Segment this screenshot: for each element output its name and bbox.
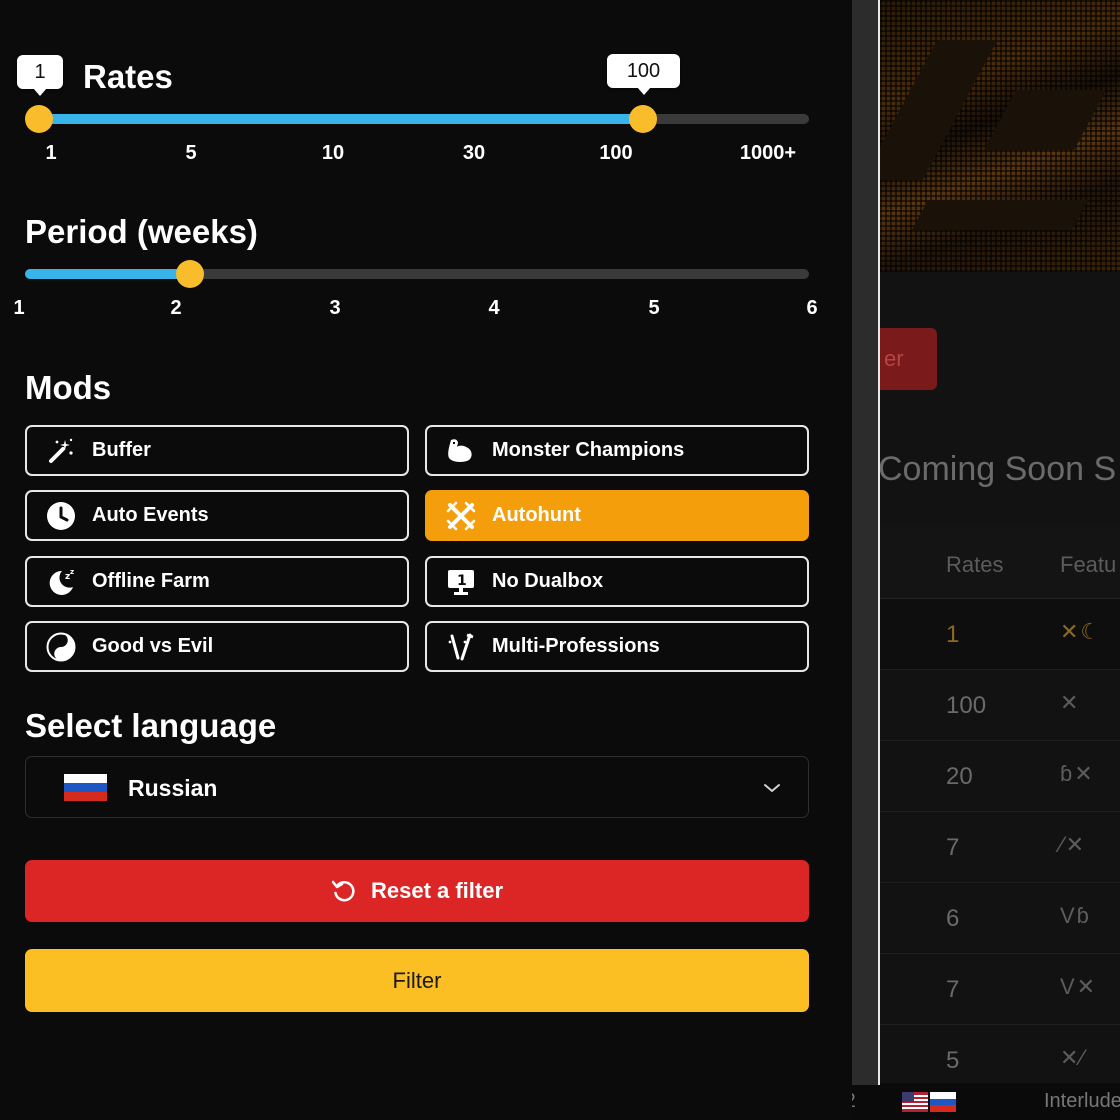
table-header: Rates Featu: [880, 527, 1120, 599]
rates-max-tooltip: 100: [607, 54, 680, 95]
mod-multi-professions-button[interactable]: Multi-Professions: [425, 621, 809, 672]
period-title: Period (weeks): [25, 213, 258, 250]
mod-autohunt-button[interactable]: Autohunt: [425, 490, 809, 541]
rates-tick: 1: [45, 142, 57, 164]
mod-auto-events-button[interactable]: Auto Events: [25, 490, 409, 541]
table-row[interactable]: 7 ⁄✕: [880, 812, 1120, 883]
panel-scrollbar[interactable]: [852, 0, 878, 1085]
table-row[interactable]: 6 Vɓ: [880, 883, 1120, 954]
mod-buffer-button[interactable]: Buffer: [25, 425, 409, 476]
usa-flag-icon: [902, 1092, 928, 1112]
rates-max-handle[interactable]: [629, 105, 657, 133]
period-tick: 2: [170, 297, 182, 319]
mod-label: Auto Events: [92, 504, 209, 526]
rates-slider-track[interactable]: [38, 114, 809, 124]
period-tick: 6: [806, 297, 818, 319]
period-slider-range: [25, 269, 191, 279]
svg-text:z: z: [70, 568, 74, 576]
period-tick: 3: [329, 297, 341, 319]
rates-title: Rates: [83, 58, 173, 95]
table-row[interactable]: 7 V✕: [880, 954, 1120, 1025]
single-monitor-icon: 1: [445, 566, 477, 598]
chevron-down-icon: [764, 784, 780, 792]
rates-min-tooltip: 1: [17, 55, 63, 96]
russia-flag-icon: [64, 774, 107, 801]
period-tick: 5: [648, 297, 660, 319]
rates-tick: 10: [321, 142, 345, 164]
rates-tick: 100: [599, 142, 633, 164]
mods-title: Mods: [25, 369, 112, 406]
reset-filter-button[interactable]: Reset a filter: [25, 860, 809, 922]
mod-label: Buffer: [92, 439, 151, 461]
column-header-rates: Rates: [946, 552, 1004, 577]
table-row[interactable]: 1 ✕☾: [880, 599, 1120, 670]
language-select[interactable]: Russian: [25, 756, 809, 818]
mod-monster-champions-button[interactable]: Monster Champions: [425, 425, 809, 476]
rates-tick: 1000+: [739, 142, 797, 164]
mod-label: Multi-Professions: [492, 635, 660, 657]
filter-label: Filter: [392, 967, 442, 993]
filter-panel: Rates 1 100 1 5 10 30 100 1000+ Period (…: [0, 0, 852, 1120]
table-row[interactable]: 100 ✕: [880, 670, 1120, 741]
reset-icon: [331, 880, 355, 902]
mod-label: Offline Farm: [92, 570, 210, 592]
crossed-swords-icon: [445, 500, 477, 532]
filter-button[interactable]: Filter: [25, 949, 809, 1012]
magic-wand-icon: [45, 435, 77, 467]
moon-sleep-icon: zz: [45, 566, 77, 598]
svg-text:1: 1: [457, 573, 467, 589]
mod-label: Monster Champions: [492, 439, 685, 461]
language-selected-value: Russian: [128, 775, 218, 801]
reset-filter-label: Reset a filter: [370, 878, 504, 903]
period-tick: 1: [13, 297, 25, 319]
period-handle[interactable]: [176, 260, 204, 288]
column-header-features: Featu: [1060, 552, 1117, 577]
mod-offline-farm-button[interactable]: zz Offline Farm: [25, 556, 409, 607]
multi-tools-icon: [445, 631, 477, 663]
flexed-arm-icon: [445, 435, 477, 467]
mod-label: Autohunt: [492, 504, 581, 526]
background-filter-button[interactable]: er: [870, 328, 937, 390]
mod-good-vs-evil-button[interactable]: Good vs Evil: [25, 621, 409, 672]
rates-min-handle[interactable]: [25, 105, 53, 133]
yin-yang-icon: [45, 631, 77, 663]
mod-label: No Dualbox: [492, 570, 604, 592]
period-tick: 4: [488, 297, 500, 319]
rates-tick: 5: [185, 142, 197, 164]
table-row[interactable]: 20 ɓ✕: [880, 741, 1120, 812]
footer-chronicle: Interlude: [1044, 1090, 1120, 1112]
mod-no-dualbox-button[interactable]: 1 No Dualbox: [425, 556, 809, 607]
language-title: Select language: [25, 707, 277, 744]
clock-icon: [45, 500, 77, 532]
coming-soon-heading: Coming Soon S: [878, 450, 1117, 488]
servers-table: Rates Featu 1 ✕☾ 100 ✕ 20 ɓ✕ 7 ⁄✕ 6 Vɓ 7 V✕ 5 ✕…: [880, 527, 1120, 1096]
hero-banner: [862, 0, 1120, 272]
rates-tick: 30: [462, 142, 486, 164]
rates-slider-range: [38, 114, 643, 124]
period-slider-track[interactable]: [25, 269, 809, 279]
mod-label: Good vs Evil: [92, 635, 214, 657]
russia-flag-icon: [930, 1092, 956, 1112]
panel-divider: [878, 0, 880, 1085]
